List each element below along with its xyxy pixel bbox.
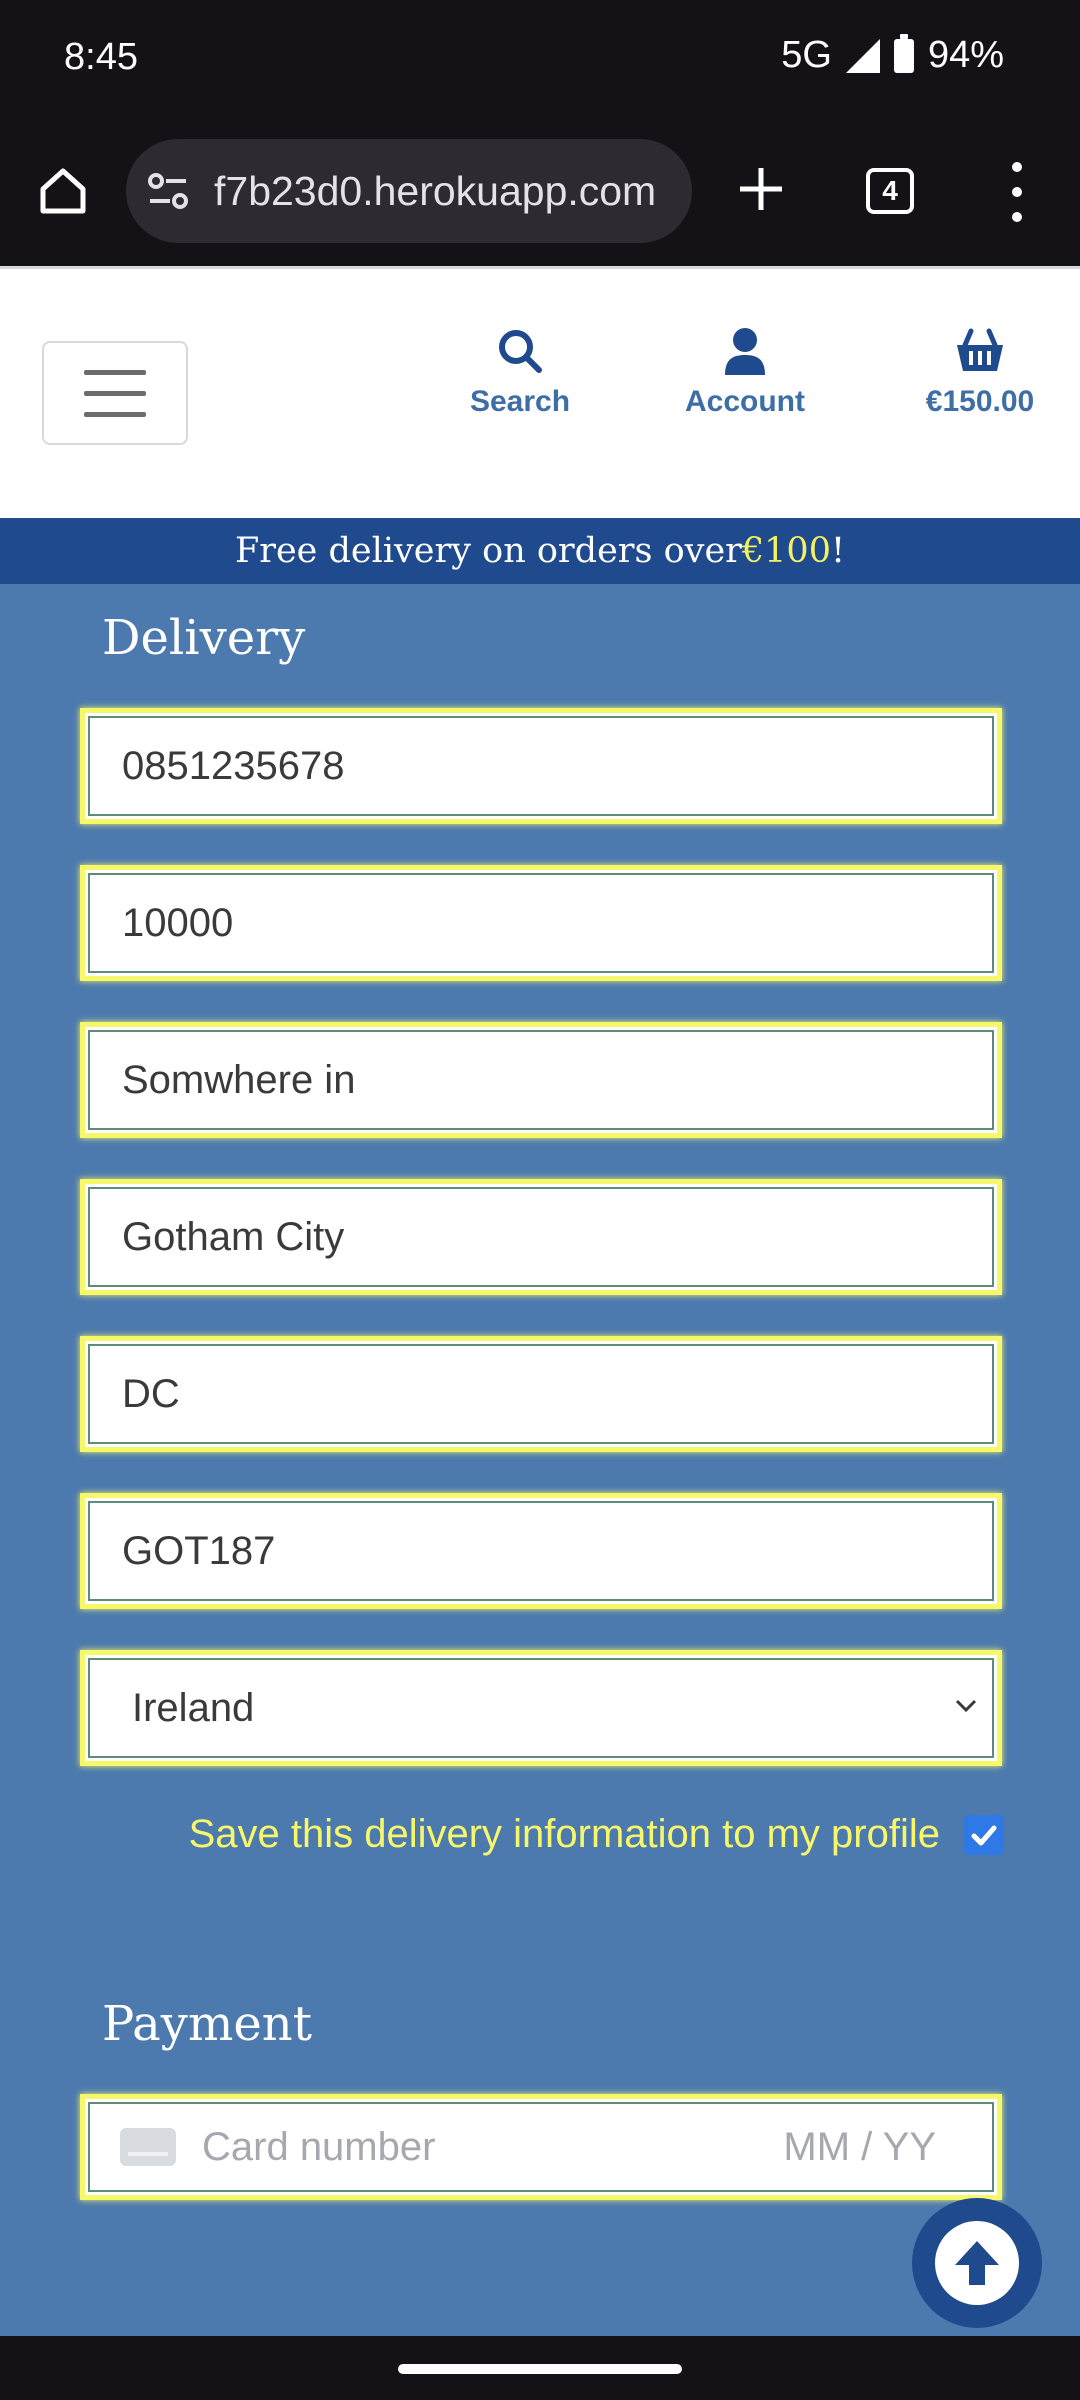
banner-text: Free delivery on orders over	[234, 531, 742, 571]
network-label: 5G	[781, 34, 832, 76]
card-expiry-placeholder: MM / YY	[783, 2124, 936, 2169]
address-bar[interactable]: f7b23d0.herokuapp.com	[126, 139, 692, 243]
plus-icon	[740, 168, 782, 210]
scroll-to-top-button[interactable]	[912, 2198, 1042, 2328]
status-bar: 8:45 5G 94%	[0, 0, 1080, 120]
hamburger-line	[84, 390, 146, 396]
chevron-down-icon	[955, 1699, 977, 1713]
save-info-checkbox[interactable]	[964, 1814, 1004, 1855]
town-value: Gotham City	[88, 1187, 994, 1287]
save-info-label[interactable]: Save this delivery information to my pro…	[189, 1812, 940, 1857]
basket-icon	[957, 328, 1003, 371]
address-extra-value: GOT187	[88, 1501, 994, 1601]
county-field[interactable]: DC	[80, 1336, 1002, 1452]
town-field[interactable]: Gotham City	[80, 1179, 1002, 1295]
search-icon	[499, 330, 542, 373]
status-indicators: 5G 94%	[781, 33, 1004, 77]
site-header: Search Account €150.00	[0, 266, 1080, 518]
hamburger-line	[84, 369, 146, 375]
delivery-banner: Free delivery on orders over €100!	[0, 518, 1080, 584]
postcode-field[interactable]: 10000	[80, 865, 1002, 981]
card-input[interactable]: Card number MM / YY	[80, 2094, 1002, 2200]
menu-dot	[1012, 162, 1022, 172]
nav-search-link[interactable]: Search	[460, 327, 580, 419]
home-icon	[40, 168, 86, 214]
card-input-inner: Card number MM / YY	[88, 2102, 994, 2192]
street-address-field[interactable]: Somwhere in	[80, 1022, 1002, 1138]
phone-field[interactable]: 0851235678	[80, 708, 1002, 824]
cart-total: €150.00	[925, 385, 1035, 418]
menu-dot	[1012, 212, 1022, 222]
nav-account-link[interactable]: Account	[670, 327, 820, 419]
address-extra-field[interactable]: GOT187	[80, 1493, 1002, 1609]
card-number-placeholder: Card number	[202, 2124, 436, 2169]
battery-percent: 94%	[927, 34, 1004, 76]
home-gesture-handle[interactable]	[398, 2364, 682, 2374]
site-settings-icon[interactable]	[146, 171, 190, 211]
checkout-form: Delivery 0851235678 10000 Somwhere in Go…	[0, 584, 1080, 2336]
phone-value: 0851235678	[88, 716, 994, 816]
menu-dot	[1012, 187, 1022, 197]
search-label: Search	[469, 385, 571, 418]
arrow-up-icon	[955, 2241, 999, 2285]
hamburger-line	[84, 411, 146, 417]
checkmark-icon	[971, 1825, 997, 1845]
account-label: Account	[685, 385, 805, 418]
battery-icon	[893, 33, 914, 73]
url-text: f7b23d0.herokuapp.com	[214, 167, 657, 214]
nav-toggle-button[interactable]	[42, 341, 188, 445]
credit-card-icon	[120, 2128, 176, 2166]
street-address-value: Somwhere in	[88, 1030, 994, 1130]
nav-cart-link[interactable]: €150.00	[900, 327, 1060, 419]
scroll-top-inner	[935, 2221, 1019, 2305]
banner-amount: €100	[741, 531, 831, 571]
home-button[interactable]	[30, 158, 96, 224]
county-value: DC	[88, 1344, 994, 1444]
new-tab-button[interactable]	[730, 158, 792, 220]
user-icon	[725, 328, 765, 375]
payment-heading: Payment	[102, 1996, 312, 2052]
postcode-value: 10000	[88, 873, 994, 973]
save-info-row: Save this delivery information to my pro…	[144, 1812, 1004, 1857]
tab-switcher-button[interactable]: 4	[866, 168, 914, 214]
delivery-heading: Delivery	[102, 610, 306, 666]
banner-suffix: !	[830, 531, 846, 571]
country-select[interactable]: Ireland	[80, 1650, 1002, 1766]
browser-menu-button[interactable]	[1000, 162, 1034, 222]
signal-icon	[845, 38, 880, 73]
country-value: Ireland	[88, 1658, 994, 1758]
system-navigation-bar	[0, 2336, 1080, 2400]
browser-toolbar: f7b23d0.herokuapp.com 4	[0, 120, 1080, 266]
status-time: 8:45	[64, 36, 138, 78]
